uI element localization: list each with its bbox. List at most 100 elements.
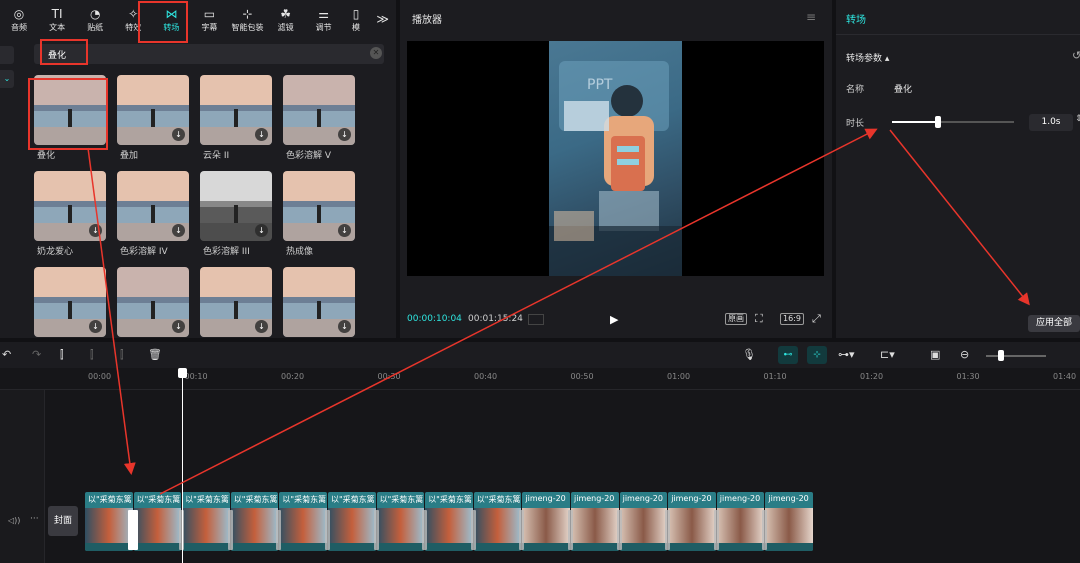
download-icon[interactable]: ↓ — [89, 320, 102, 333]
download-icon[interactable]: ↓ — [255, 128, 268, 141]
playhead-handle[interactable] — [178, 368, 187, 378]
download-icon[interactable]: ↓ — [338, 128, 351, 141]
original-quality-button[interactable]: 原画 — [725, 313, 747, 325]
tab-text[interactable]: TI 文本 — [38, 0, 76, 38]
transition-thumbnail[interactable]: ↓ — [283, 171, 355, 241]
timeline-clip[interactable]: jimeng-20 — [765, 492, 813, 551]
transition-thumbnail[interactable]: ↓ — [200, 75, 272, 145]
link-icon[interactable]: ⊶▾ — [838, 348, 855, 361]
transition-label: 叠加 — [120, 151, 139, 161]
reset-icon[interactable]: ↺ — [1072, 49, 1080, 62]
transition-thumbnail[interactable]: ↓ — [117, 267, 189, 337]
download-icon[interactable]: ↓ — [172, 128, 185, 141]
redo-icon[interactable]: ↷ — [32, 348, 41, 361]
play-button[interactable]: ▶ — [610, 313, 618, 326]
transition-thumbnail[interactable]: ↓ — [117, 171, 189, 241]
timeline-clip[interactable]: jimeng-20 — [716, 492, 765, 551]
clip-transition-marker[interactable] — [127, 510, 138, 550]
zoom-slider-track[interactable] — [986, 355, 1046, 357]
clip-thumbnail — [328, 508, 376, 543]
transition-thumbnail[interactable]: ↓ — [200, 267, 272, 337]
clip-transition-marker[interactable] — [227, 510, 233, 550]
timeline-clip[interactable]: 以"采菊东篱 — [230, 492, 279, 551]
clip-transition-marker[interactable] — [762, 510, 768, 550]
transition-thumbnail[interactable]: ↓ — [117, 75, 189, 145]
timeline-clip[interactable]: jimeng-20 — [619, 492, 668, 551]
clip-transition-marker[interactable] — [325, 510, 330, 550]
download-icon[interactable]: ↓ — [172, 224, 185, 237]
download-icon[interactable]: ↓ — [255, 320, 268, 333]
menu-icon[interactable]: ≡ — [806, 10, 816, 24]
timeline-clip[interactable]: 以"采菊东篱 — [425, 492, 473, 551]
timeline-clip[interactable]: 以"采菊东篱 — [376, 492, 425, 551]
zoom-out-icon[interactable]: ⊖ — [960, 348, 969, 361]
download-icon[interactable]: ↓ — [338, 224, 351, 237]
duration-input[interactable]: 1.0s — [1029, 114, 1073, 131]
tab-template[interactable]: ▯ 模 — [343, 0, 370, 38]
tab-filter[interactable]: ☘ 滤镜 — [267, 0, 305, 38]
transition-thumbnail[interactable]: ↓ — [34, 171, 106, 241]
timeline-clip[interactable]: jimeng-20 — [571, 492, 619, 551]
auto-snap-icon[interactable]: ⊹ — [807, 346, 827, 364]
duration-slider-handle[interactable] — [935, 116, 942, 128]
aspect-ratio-button[interactable]: 16:9 — [780, 313, 804, 325]
fullscreen-icon[interactable]: ⤢ — [812, 312, 821, 326]
timeline-clip[interactable]: jimeng-20 — [522, 492, 570, 551]
clip-transition-marker[interactable] — [373, 510, 379, 550]
download-icon[interactable]: ↓ — [172, 320, 185, 333]
timeline-clip[interactable]: 以"采菊东篱 — [328, 492, 376, 551]
transition-thumbnail[interactable]: ↓ — [200, 171, 272, 241]
clip-transition-marker[interactable] — [470, 510, 476, 550]
timeline-clip[interactable]: 以"采菊东篱 — [133, 492, 182, 551]
split-right-icon[interactable]: ⫿ — [120, 348, 124, 362]
timeline-clip[interactable]: 以"采菊东篱 — [279, 492, 327, 551]
split-left-icon[interactable]: ⫿ — [90, 348, 94, 362]
clip-transition-marker[interactable] — [665, 510, 671, 550]
screen-icon[interactable]: ▣ — [930, 348, 940, 361]
volume-icon[interactable]: ◁)) — [8, 516, 20, 525]
main-track-magnet-icon[interactable]: ⊷ — [778, 346, 798, 364]
timeline-clip[interactable]: jimeng-20 — [668, 492, 716, 551]
tab-sticker[interactable]: ◔ 贴纸 — [76, 0, 114, 38]
rail-item[interactable] — [0, 46, 14, 64]
timeline-clip[interactable]: 以"采菊东篱 — [85, 492, 133, 551]
more-tabs-button[interactable]: ≫ — [369, 0, 396, 38]
delete-icon[interactable]: 🗑 — [148, 348, 162, 361]
zoom-slider-handle[interactable] — [998, 350, 1004, 361]
close-icon[interactable]: ✕ — [370, 47, 382, 59]
clip-audio-bar — [85, 543, 133, 551]
clip-transition-marker[interactable] — [276, 510, 282, 550]
grid-icon[interactable] — [528, 314, 544, 325]
params-section-toggle[interactable]: 转场参数 ▴ — [846, 51, 889, 64]
tab-adjust[interactable]: ⚌ 调节 — [305, 0, 343, 38]
tab-subtitle[interactable]: ▭ 字幕 — [190, 0, 228, 38]
download-icon[interactable]: ↓ — [338, 320, 351, 333]
tab-smart-package[interactable]: ⊹ 智能包装 — [228, 0, 266, 38]
timeline-ruler[interactable] — [0, 368, 1080, 390]
chevron-down-icon[interactable]: ⌄ — [0, 70, 14, 88]
clip-audio-bar — [668, 543, 716, 551]
clip-transition-marker[interactable] — [616, 510, 622, 550]
clip-transition-marker[interactable] — [568, 510, 573, 550]
download-icon[interactable]: ↓ — [89, 224, 102, 237]
stepper-icon[interactable]: ⇕ — [1075, 114, 1080, 124]
undo-icon[interactable]: ↶ — [2, 348, 11, 361]
more-icon[interactable]: ··· — [30, 514, 39, 524]
clip-transition-marker[interactable] — [422, 510, 428, 550]
preview-axis-icon[interactable]: ⊏▾ — [880, 348, 895, 361]
playhead[interactable] — [182, 368, 183, 563]
transition-thumbnail[interactable]: ↓ — [283, 267, 355, 337]
transition-thumbnail[interactable]: ↓ — [283, 75, 355, 145]
apply-all-button[interactable]: 应用全部 — [1028, 315, 1080, 332]
microphone-icon[interactable]: 🎙 — [742, 348, 756, 361]
transition-thumbnail[interactable]: ↓ — [34, 267, 106, 337]
clip-transition-marker[interactable] — [713, 510, 719, 550]
tab-audio[interactable]: ◎ 音频 — [0, 0, 38, 38]
timeline-clip[interactable]: 以"采菊东篱 — [182, 492, 230, 551]
split-icon[interactable]: ⫿ — [60, 348, 64, 362]
fit-screen-icon[interactable]: ⛶ — [755, 312, 763, 326]
timeline-clip[interactable]: 以"采菊东篱 — [473, 492, 522, 551]
download-icon[interactable]: ↓ — [255, 224, 268, 237]
cover-button[interactable]: 封面 — [48, 506, 78, 536]
clip-transition-marker[interactable] — [519, 510, 525, 550]
